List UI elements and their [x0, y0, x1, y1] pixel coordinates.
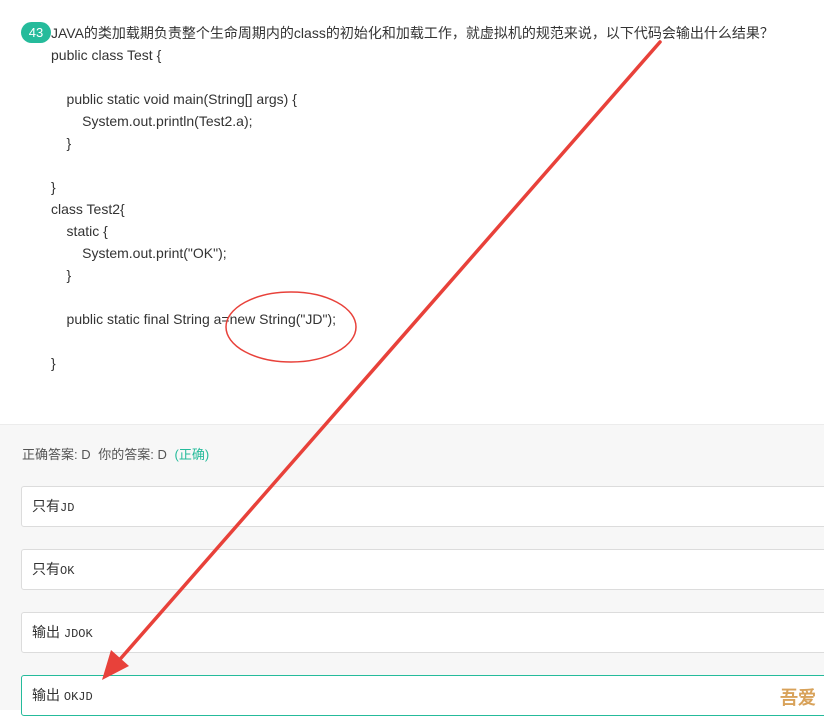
option-prefix: 只有 — [32, 498, 60, 514]
code-block: public class Test { public static void m… — [51, 44, 336, 374]
your-answer-label: 你的答案: D — [98, 447, 167, 462]
code-line: public class Test { — [51, 47, 162, 63]
code-line: } — [51, 267, 72, 283]
code-line: } — [51, 179, 56, 195]
code-line: class Test2{ — [51, 201, 125, 217]
code-line: System.out.print("OK"); — [51, 245, 227, 261]
option-c[interactable]: 输出 JDOK — [21, 612, 824, 653]
option-code: OKJD — [63, 690, 93, 704]
code-line: } — [51, 355, 56, 371]
code-line: } — [51, 135, 72, 151]
question-card: 43 JAVA的类加载期负责整个生命周期内的class的初始化和加载工作，就虚拟… — [0, 0, 824, 424]
code-line: public static void main(String[] args) { — [51, 91, 297, 107]
option-code: JDOK — [63, 627, 93, 641]
watermark-logo: 吾爱 — [780, 688, 816, 708]
option-code: JD — [60, 501, 75, 515]
answer-result-badge: (正确) — [174, 447, 210, 462]
option-b[interactable]: 只有OK — [21, 549, 824, 590]
option-prefix: 只有 — [32, 561, 60, 577]
answer-summary: 正确答案: D 你的答案: D (正确) — [22, 446, 213, 464]
question-text: JAVA的类加载期负责整个生命周期内的class的初始化和加载工作，就虚拟机的规… — [51, 25, 774, 41]
question-number-badge: 43 — [21, 22, 51, 43]
code-line: static { — [51, 223, 108, 239]
option-d[interactable]: 输出 OKJD — [21, 675, 824, 716]
option-prefix: 输出 — [32, 624, 64, 640]
option-a[interactable]: 只有JD — [21, 486, 824, 527]
correct-answer-label: 正确答案: D — [22, 447, 91, 462]
code-line: System.out.println(Test2.a); — [51, 113, 253, 129]
code-line: public static final String a=new String(… — [51, 311, 336, 327]
option-prefix: 输出 — [32, 687, 64, 703]
option-code: OK — [60, 564, 75, 578]
